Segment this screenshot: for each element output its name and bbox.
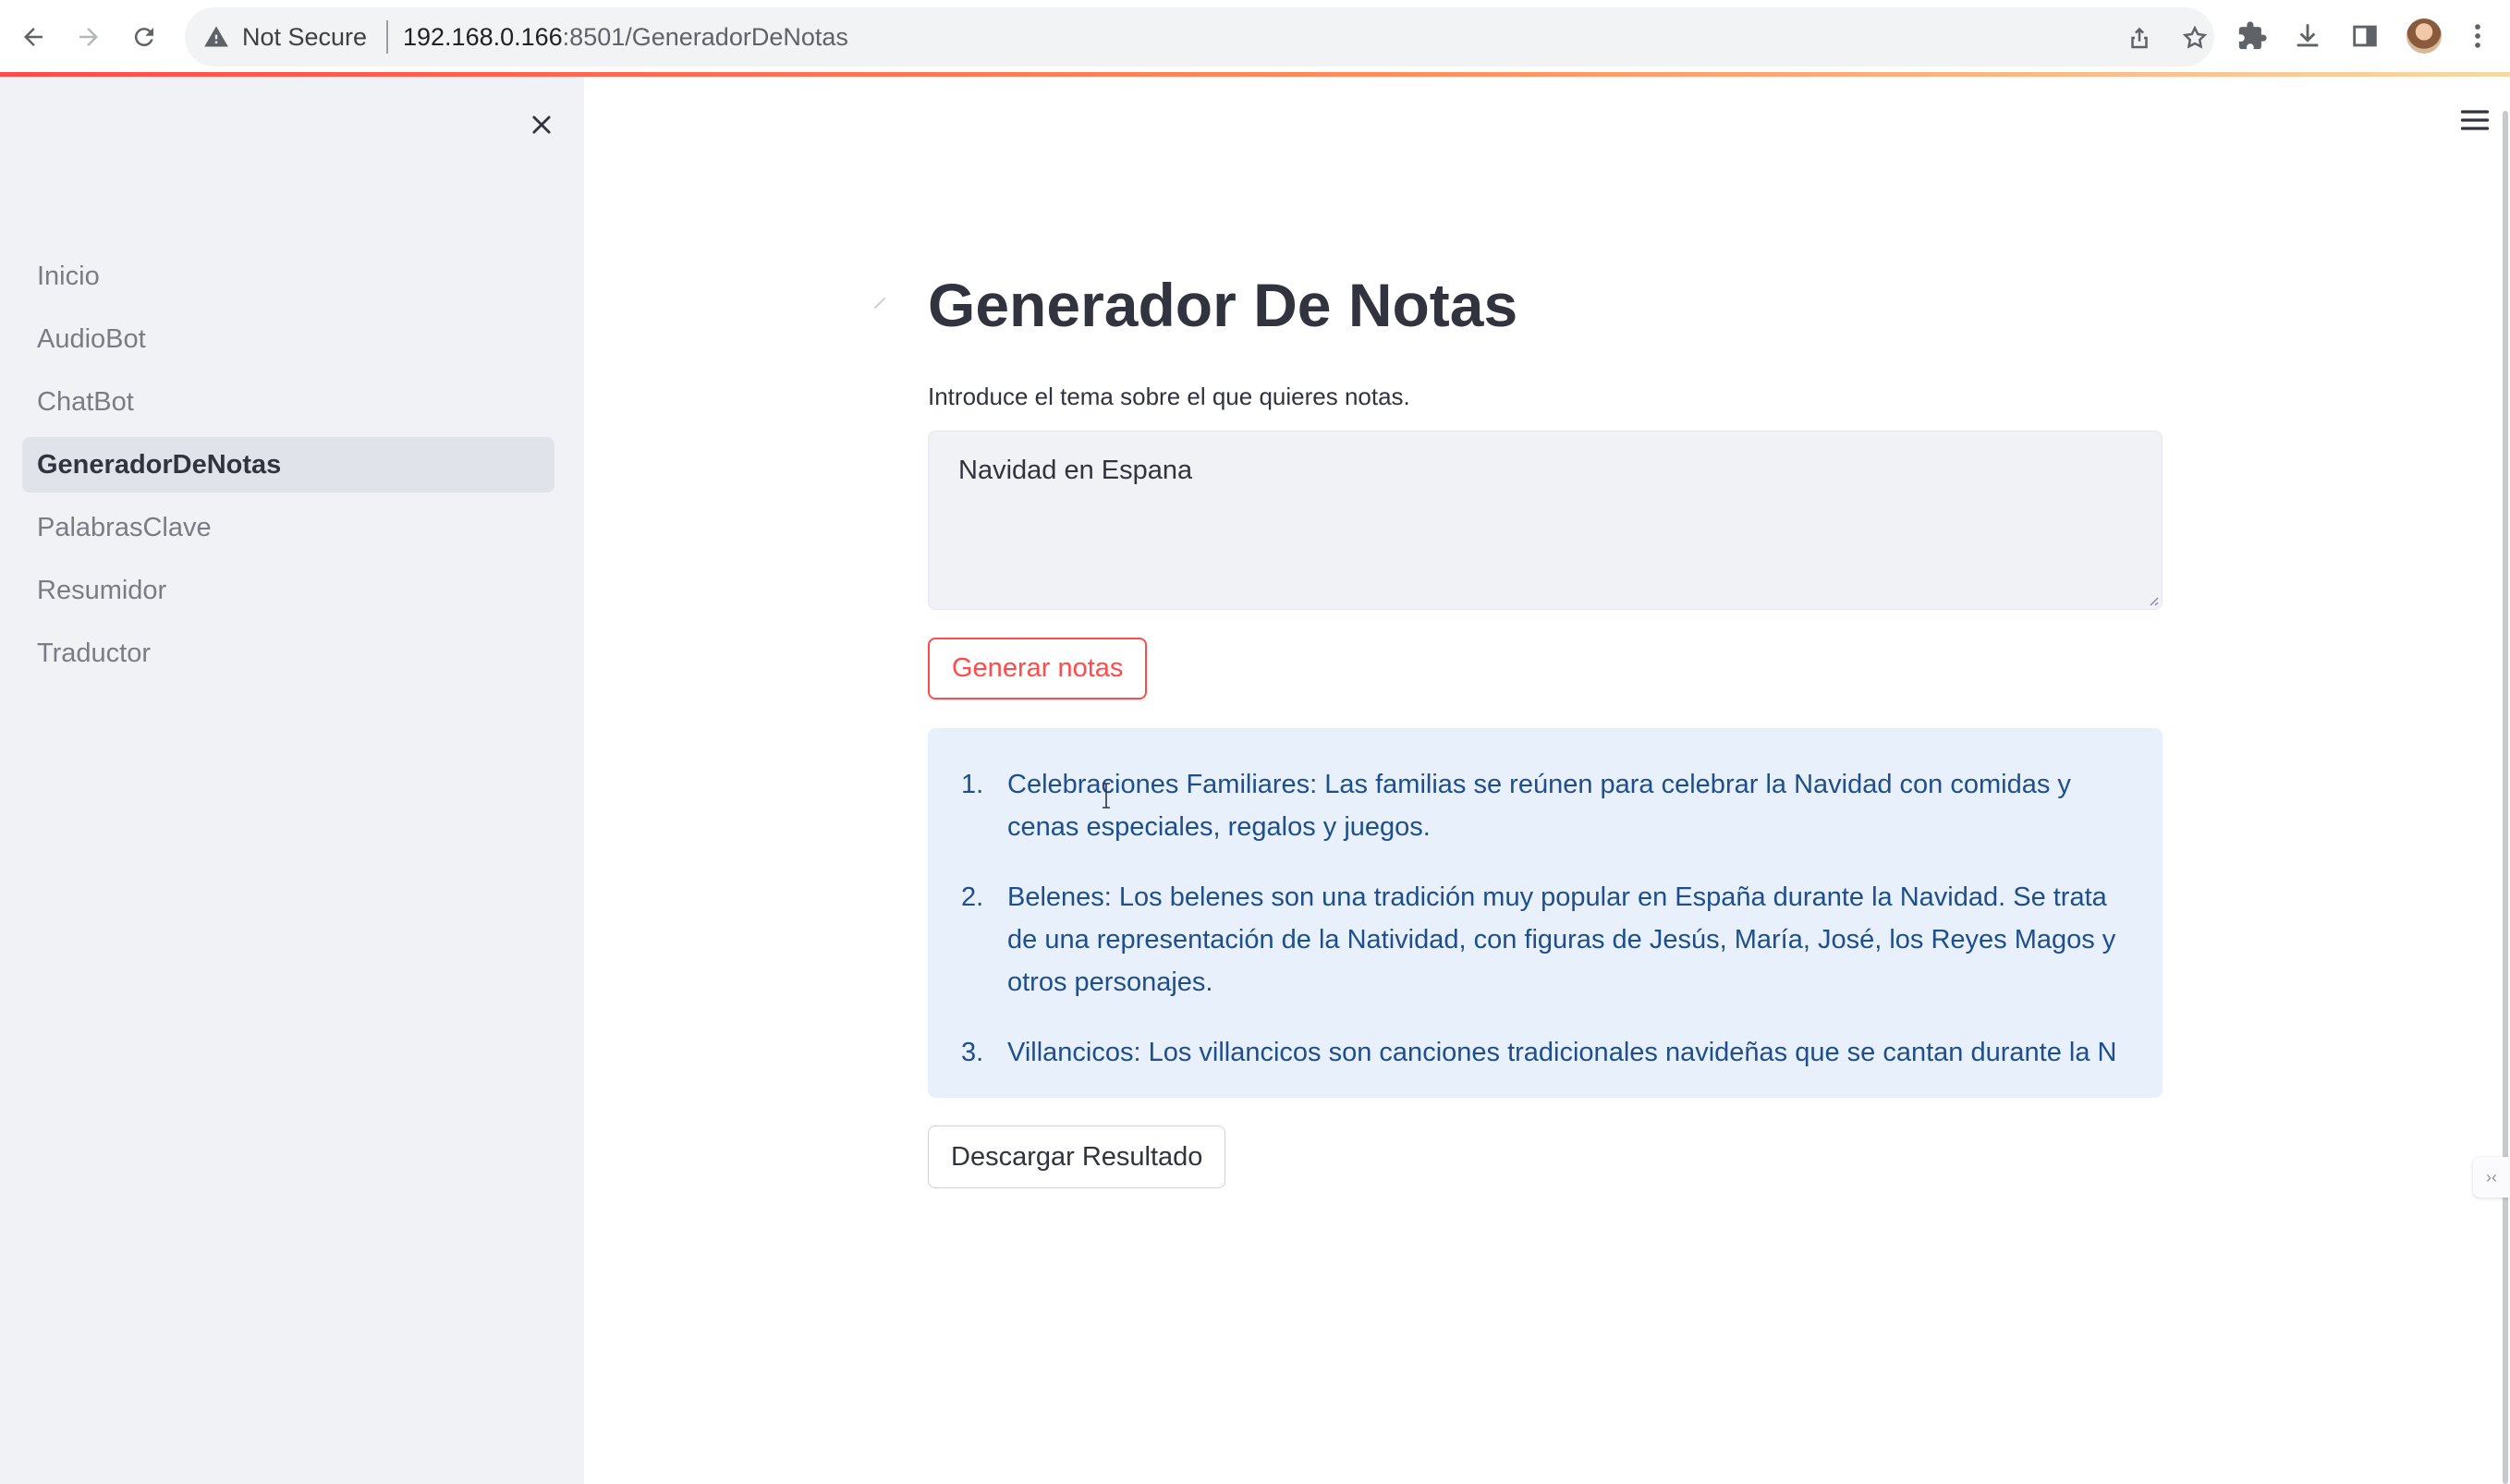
topic-field-label: Introduce el tema sobre el que quieres n…: [928, 383, 1410, 410]
reload-icon: [134, 28, 153, 47]
hamburger-menu-icon[interactable]: [2458, 103, 2492, 137]
list-item-number: 1.: [961, 770, 984, 799]
sidebar-item-traductor[interactable]: Traductor: [22, 626, 554, 681]
sidebar-item-resumidor[interactable]: Resumidor: [22, 563, 554, 618]
sidebar-nav: Inicio AudioBot ChatBot GeneradorDeNotas…: [22, 249, 554, 688]
list-item-number: 2.: [961, 882, 984, 912]
download-icon[interactable]: [2292, 20, 2323, 52]
warning-icon: [204, 26, 228, 47]
url-host: 192.168.0.166: [403, 23, 563, 51]
url-path: :8501/GeneradorDeNotas: [562, 23, 848, 51]
text-cursor-icon: [1103, 783, 1110, 809]
sidebar-close-button[interactable]: [523, 106, 560, 143]
sidebar-item-palabrasclave[interactable]: PalabrasClave: [22, 500, 554, 555]
list-item: 2. Belenes: Los belenes son una tradició…: [928, 876, 2129, 1004]
reload-button[interactable]: [126, 18, 163, 55]
result-output: 1. Celebraciones Familiares: Las familia…: [928, 728, 2163, 1098]
collapse-toggle-icon[interactable]: ›‹: [2473, 1157, 2510, 1198]
address-bar[interactable]: Not Secure 192.168.0.166:8501/GeneradorD…: [185, 7, 2214, 67]
url-text[interactable]: 192.168.0.166:8501/GeneradorDeNotas: [403, 23, 848, 52]
list-item-text: Belenes: Los belenes son una tradición m…: [1007, 882, 2116, 997]
browser-toolbar: Not Secure 192.168.0.166:8501/GeneradorD…: [0, 0, 2510, 74]
notes-list: 1. Celebraciones Familiares: Las familia…: [928, 763, 2129, 1098]
list-item: 3. Villancicos: Los villancicos son canc…: [928, 1031, 2129, 1074]
security-label[interactable]: Not Secure: [242, 23, 367, 52]
share-icon[interactable]: [2126, 24, 2153, 52]
list-item-number: 3.: [961, 1038, 984, 1067]
list-item-text: Villancicos: Los villancicos son cancion…: [1007, 1038, 2117, 1067]
sidebar-item-chatbot[interactable]: ChatBot: [22, 374, 554, 430]
link-anchor-icon[interactable]: [872, 296, 887, 310]
page-title: Generador De Notas: [928, 271, 1518, 339]
topic-textarea[interactable]: Navidad en Espana: [928, 431, 2163, 610]
forward-button[interactable]: [70, 18, 107, 55]
sidebar-item-generadordenotas[interactable]: GeneradorDeNotas: [22, 437, 554, 493]
sidebar: Inicio AudioBot ChatBot GeneradorDeNotas…: [0, 77, 584, 1484]
back-button[interactable]: [15, 18, 52, 55]
resize-handle-icon[interactable]: [2146, 593, 2159, 606]
bookmark-star-icon[interactable]: [2181, 24, 2209, 52]
back-arrow-icon: [24, 28, 43, 46]
profile-avatar[interactable]: [2406, 18, 2442, 54]
scrollbar[interactable]: [2503, 111, 2508, 1484]
chrome-menu-icon[interactable]: [2462, 20, 2493, 52]
generate-notes-button[interactable]: Generar notas: [928, 638, 1148, 699]
sidebar-item-audiobot[interactable]: AudioBot: [22, 311, 554, 367]
sidebar-item-inicio[interactable]: Inicio: [22, 249, 554, 304]
omnibox-divider: [386, 20, 388, 54]
download-result-button[interactable]: Descargar Resultado: [928, 1125, 1226, 1188]
side-panel-icon[interactable]: [2349, 20, 2381, 52]
forward-arrow-icon: [79, 28, 98, 46]
close-icon: [532, 116, 551, 134]
extensions-icon[interactable]: [2236, 20, 2268, 52]
list-item-text: Celebraciones Familiares: Las familias s…: [1007, 770, 2071, 842]
